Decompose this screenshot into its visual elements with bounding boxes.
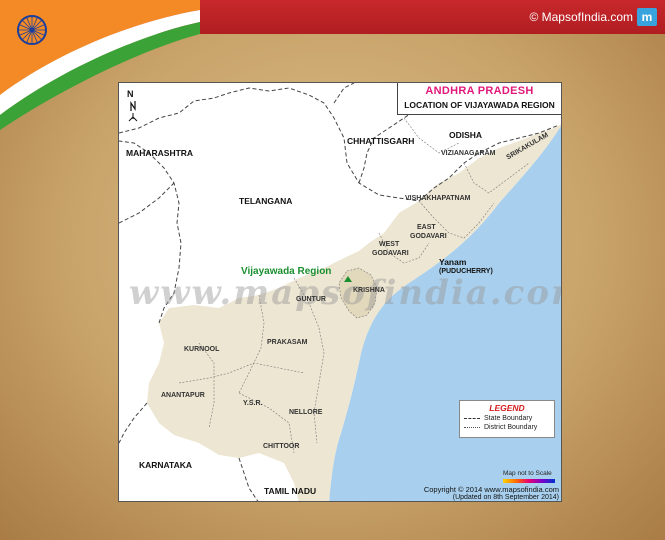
tamilnadu-boundary	[238, 457, 259, 501]
brand-credit[interactable]: © MapsofIndia.com m	[529, 8, 657, 26]
karnataka-boundary	[119, 402, 148, 444]
copyright-text: Copyright © 2014 www.mapsofindia.com	[423, 485, 559, 494]
label-vijayawada-region: Vijayawada Region	[241, 266, 332, 277]
label-guntur: GUNTUR	[296, 296, 326, 303]
label-odisha: ODISHA	[449, 130, 483, 140]
label-prakasam: PRAKASAM	[267, 339, 308, 346]
mapsofindia-logo-icon: m	[637, 8, 657, 26]
label-nellore: NELLORE	[289, 409, 323, 416]
brand-text: © MapsofIndia.com	[529, 10, 633, 24]
label-west-godavari-1: WEST	[379, 241, 400, 248]
label-puducherry: (PUDUCHERRY)	[439, 268, 493, 275]
legend-title: LEGEND	[489, 403, 525, 413]
label-chhattisgarh: CHHATTISGARH	[347, 136, 415, 146]
map-title: ANDHRA PRADESH	[425, 85, 534, 97]
label-east-godavari-2: GODAVARI	[410, 233, 447, 240]
legend-district-row: District Boundary	[464, 424, 550, 431]
north-arrow-icon	[128, 101, 138, 122]
scale-note: Map not to Scale	[503, 470, 552, 477]
label-ysr: Y.S.R.	[243, 400, 263, 407]
label-kurnool: KURNOOL	[184, 346, 220, 353]
label-vizianagaram: VIZIANAGARAM	[441, 150, 496, 157]
legend-box: LEGEND State Boundary District Boundary	[459, 400, 555, 438]
legend-state-row: State Boundary	[464, 415, 550, 422]
state-boundary-swatch	[464, 418, 480, 419]
north-label: N	[127, 89, 134, 99]
map-panel: N ANDHRA PRADESH LOCATION OF VIJAYAWADA …	[118, 82, 562, 502]
label-east-godavari-1: EAST	[417, 224, 436, 231]
ashoka-chakra-icon	[17, 15, 47, 45]
label-telangana: TELANGANA	[239, 196, 293, 206]
legend-state-label: State Boundary	[484, 415, 533, 422]
maharashtra-boundary	[119, 182, 175, 224]
map-title-box: ANDHRA PRADESH LOCATION OF VIJAYAWADA RE…	[397, 83, 561, 115]
label-karnataka: KARNATAKA	[139, 460, 193, 470]
label-krishna: KRISHNA	[353, 287, 385, 294]
scale-bar	[503, 479, 555, 483]
label-vishakhapatnam: VISHAKHAPATNAM	[405, 195, 471, 202]
label-maharashtra: MAHARASHTRA	[126, 148, 194, 158]
label-west-godavari-2: GODAVARI	[372, 250, 409, 257]
updated-text: (Updated on 8th September 2014)	[452, 494, 559, 501]
label-tamil-nadu: TAMIL NADU	[264, 486, 317, 496]
map-subtitle: LOCATION OF VIJAYAWADA REGION	[404, 100, 555, 110]
watermark: www.mapsofindia.com	[129, 273, 562, 313]
label-anantapur: ANANTAPUR	[161, 392, 205, 399]
district-boundary-swatch	[464, 427, 480, 428]
legend-district-label: District Boundary	[484, 424, 538, 431]
label-chittoor: CHITTOOR	[263, 443, 300, 450]
label-yanam: Yanam	[439, 257, 467, 267]
